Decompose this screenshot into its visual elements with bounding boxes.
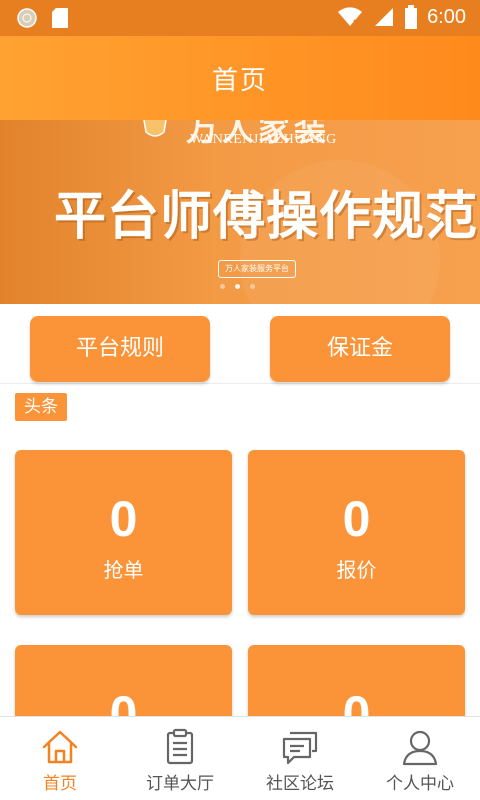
brand-logo-icon [143, 120, 167, 137]
nav-item-forum[interactable]: 社区论坛 [240, 717, 360, 800]
quote-count: 0 [342, 491, 371, 547]
banner-tagline: 万人家装服务平台 [218, 260, 296, 278]
platform-rules-button[interactable]: 平台规则 [30, 316, 210, 382]
headline-news-tag[interactable]: 头条 [15, 393, 67, 421]
grab-order-count: 0 [109, 491, 138, 547]
grab-order-card[interactable]: 0 抢单 [15, 450, 232, 615]
signal-icon [375, 8, 394, 26]
banner-carousel[interactable]: 万人家装 WANRENJIAZHUANG 平台师傅操作规范 万人家装服务平台 [0, 120, 480, 304]
chat-icon [282, 731, 318, 765]
nav-label-forum: 社区论坛 [266, 774, 334, 794]
carousel-indicator [220, 284, 255, 289]
page-title: 首页 [211, 66, 268, 96]
nav-item-order-hall[interactable]: 订单大厅 [120, 717, 240, 800]
status-time: 6:00 [427, 5, 466, 28]
nav-item-home[interactable]: 首页 [0, 717, 120, 800]
wifi-icon [338, 7, 363, 27]
carousel-dot[interactable] [220, 284, 225, 289]
action-buttons-row: 平台规则 保证金 [0, 304, 480, 384]
user-icon [402, 730, 438, 766]
app-header: 首页 [0, 36, 480, 120]
deposit-button[interactable]: 保证金 [270, 316, 450, 382]
quote-card[interactable]: 0 报价 [248, 450, 465, 615]
carousel-dot-active[interactable] [235, 284, 240, 289]
banner-headline: 平台师傅操作规范 [54, 186, 479, 247]
home-icon [42, 730, 78, 764]
status-bar: 6:00 [0, 0, 480, 36]
nav-label-home: 首页 [43, 774, 77, 794]
battery-icon [405, 5, 418, 29]
nav-label-profile: 个人中心 [386, 774, 454, 794]
brand-pinyin: WANRENJIAZHUANG [190, 132, 337, 147]
carousel-dot[interactable] [250, 284, 255, 289]
grab-order-label: 抢单 [103, 558, 144, 582]
sd-card-icon [52, 8, 68, 28]
clipboard-icon [166, 728, 194, 765]
quote-label: 报价 [336, 558, 377, 582]
bottom-nav: 首页 订单大厅 社区论坛 个人中心 [0, 716, 480, 800]
nav-label-order-hall: 订单大厅 [146, 774, 214, 794]
app-notification-icon [17, 8, 37, 28]
nav-item-profile[interactable]: 个人中心 [360, 717, 480, 800]
